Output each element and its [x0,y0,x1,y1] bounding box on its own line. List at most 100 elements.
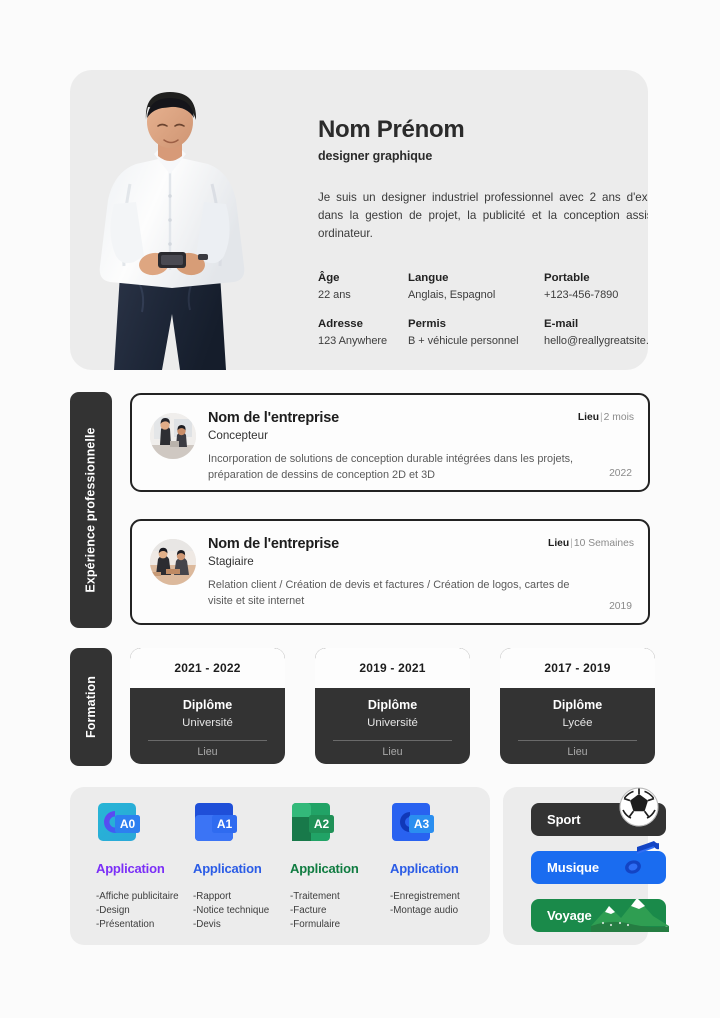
formation-degree: Diplôme [182,698,233,712]
profile-photo [70,70,260,370]
hobby-music: Musique [531,851,666,884]
application-name: Application [96,861,165,876]
app-a3-icon: A3 [392,803,434,841]
hobbies-panel: Sport Musique Voyage [503,787,669,945]
info-value: 123 Anywhere [318,335,388,347]
info-email: E-mail hello@reallygreatsite.com [544,318,648,347]
info-age: Âge 22 ans [318,272,408,301]
application-item: A3 Application -Enregistrement -Montage … [390,801,487,918]
application-feature: -Affiche publicitaire [96,891,179,902]
formation-card: 2021 - 2022 Diplôme Université Lieu [130,648,285,764]
portrait-illustration [99,92,245,370]
profile-header-card: Nom Prénom designer graphique Je suis un… [70,70,648,370]
application-item: A2 Application -Traitement -Facture -For… [290,801,387,932]
experience-meta: Lieu|2 mois [578,412,634,423]
experience-company: Nom de l'entreprise [208,410,339,426]
info-phone: Portable +123-456-7890 [544,272,648,301]
formation-header: 2017 - 2019 [500,648,655,688]
experience-role: Concepteur [208,429,268,442]
section-tab-formation: Formation [70,648,112,766]
experience-description: Incorporation de solutions de conception… [208,453,574,482]
formation-degree: Diplôme [552,698,603,712]
application-feature: -Facture [290,904,327,916]
formation-place: Lieu [567,746,588,758]
formation-card: 2019 - 2021 Diplôme Université Lieu [315,648,470,764]
section-tab-label: Formation [84,675,99,739]
info-label: Âge [318,272,340,284]
app-a1-icon: A1 [195,803,237,841]
experience-card: Nom de l'entreprise Stagiaire Relation c… [130,519,650,625]
info-label: Permis [408,318,446,330]
formation-school: Université [182,717,233,729]
application-item: A1 Application -Rapport -Notice techniqu… [193,801,290,932]
hobby-travel: Voyage [531,899,666,932]
formation-years: 2019 - 2021 [359,661,426,675]
app-badge-text: A0 [120,817,136,831]
info-label: Langue [408,272,449,284]
company-avatar [150,539,196,585]
experience-card: Nom de l'entreprise Concepteur Incorpora… [130,393,650,492]
profile-name: Nom Prénom [318,116,465,143]
application-item-list: -Affiche publicitaire -Design -Présentat… [96,890,193,932]
app-badge-text: A3 [414,817,430,831]
info-value: +123-456-7890 [544,289,619,301]
experience-place: Lieu [548,538,570,549]
experience-year: 2022 [609,468,632,479]
application-feature: -Design [96,904,130,916]
application-feature: -Traitement [290,891,340,902]
application-feature: -Formulaire [290,918,341,930]
info-label: Adresse [318,318,363,330]
workshop-photo-icon [150,539,196,585]
experience-meta: Lieu|10 Semaines [548,538,634,549]
cv-page: Nom Prénom designer graphique Je suis un… [0,0,720,1018]
experience-description: Relation client / Création de devis et f… [208,579,570,608]
application-feature: -Montage audio [390,904,459,916]
info-language: Langue Anglais, Espagnol [408,272,544,301]
profile-role: designer graphique [318,148,433,163]
experience-role: Stagiaire [208,555,254,568]
formation-school: Lycée [562,717,593,729]
office-photo-icon [150,413,196,459]
profile-text-block: Nom Prénom designer graphique Je suis un… [318,116,648,243]
application-feature: -Rapport [193,891,232,902]
info-value: 22 ans [318,289,351,301]
experience-body: Nom de l'entreprise Concepteur Incorpora… [208,410,634,484]
hobby-label: Voyage [547,908,592,923]
formation-school: Université [367,717,418,729]
formation-years: 2021 - 2022 [174,661,241,675]
formation-years: 2017 - 2019 [544,661,611,675]
company-avatar [150,413,196,459]
experience-year: 2019 [609,601,632,612]
info-value: hello@reallygreatsite.com [544,335,648,347]
formation-place: Lieu [197,746,218,758]
info-value: B + véhicule personnel [408,335,519,347]
application-name: Application [290,861,359,876]
formation-divider [333,740,452,741]
experience-place: Lieu [577,412,599,423]
section-tab-label: Expérience professionnelle [84,427,99,593]
formation-place: Lieu [382,746,403,758]
formation-header: 2019 - 2021 [315,648,470,688]
info-address: Adresse 123 Anywhere [318,318,408,347]
experience-duration: 10 Semaines [573,538,634,549]
formation-divider [518,740,637,741]
application-feature: -Devis [193,918,221,930]
application-feature: -Notice technique [193,904,270,916]
application-item-list: -Traitement -Facture -Formulaire [290,890,387,932]
applications-panel: A0 Application -Affiche publicitaire -De… [70,787,490,945]
application-name: Application [193,861,262,876]
info-value: Anglais, Espagnol [408,289,496,301]
info-label: Portable [544,272,590,284]
hobby-sport: Sport [531,803,666,836]
hobby-label: Musique [547,860,600,875]
app-badge-text: A1 [217,817,233,831]
application-feature: -Enregistrement [390,891,460,902]
formation-divider [148,740,267,741]
formation-card: 2017 - 2019 Diplôme Lycée Lieu [500,648,655,764]
hobby-label: Sport [547,812,581,827]
info-label: E-mail [544,318,579,330]
experience-duration: 2 mois [603,412,634,423]
formation-degree: Diplôme [367,698,418,712]
profile-bio: Je suis un designer industriel professio… [318,190,648,240]
contact-info-grid: Âge 22 ans Langue Anglais, Espagnol Port… [318,272,648,347]
